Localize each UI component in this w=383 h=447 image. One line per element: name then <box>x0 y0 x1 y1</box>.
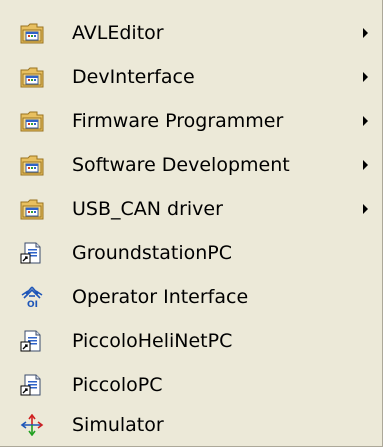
menu-item-label: Simulator <box>72 414 164 436</box>
menu-item-firmware-programmer[interactable]: Firmware Programmer <box>0 99 382 143</box>
menu-item-software-development[interactable]: Software Development <box>0 143 382 187</box>
menu-item-label: AVLEditor <box>72 22 164 44</box>
submenu-arrow-icon <box>363 72 368 82</box>
menu-item-label: PiccoloHeliNetPC <box>72 330 233 352</box>
menu-item-operator-interface[interactable]: OI Operator Interface <box>0 275 382 319</box>
submenu-arrow-icon <box>363 116 368 126</box>
menu-item-label: GroundstationPC <box>72 242 232 264</box>
menu-item-label: PiccoloPC <box>72 374 163 396</box>
menu-item-label: USB_CAN driver <box>72 198 223 220</box>
menu-item-simulator[interactable]: Simulator <box>0 403 382 447</box>
submenu-arrow-icon <box>363 204 368 214</box>
program-group-folder-icon <box>20 154 44 176</box>
menu-item-devinterface[interactable]: DevInterface <box>0 55 382 99</box>
submenu-arrow-icon <box>363 28 368 38</box>
shortcut-document-icon <box>20 242 44 264</box>
menu-item-piccolopc[interactable]: PiccoloPC <box>0 363 382 407</box>
menu-item-label: Software Development <box>72 154 290 176</box>
program-group-folder-icon <box>20 110 44 132</box>
program-group-folder-icon <box>20 66 44 88</box>
start-menu-programs-submenu: AVLEditor DevInterface Firmware Programm… <box>0 0 383 447</box>
program-group-folder-icon <box>20 198 44 220</box>
submenu-arrow-icon <box>363 160 368 170</box>
shortcut-document-icon <box>20 330 44 352</box>
simulator-app-icon <box>20 414 44 436</box>
operator-interface-app-icon: OI <box>20 286 44 308</box>
menu-item-groundstationpc[interactable]: GroundstationPC <box>0 231 382 275</box>
program-group-folder-icon <box>20 22 44 44</box>
menu-item-avleditor[interactable]: AVLEditor <box>0 11 382 55</box>
svg-text:OI: OI <box>27 300 38 308</box>
shortcut-document-icon <box>20 374 44 396</box>
menu-item-label: Operator Interface <box>72 286 249 308</box>
menu-item-label: DevInterface <box>72 66 195 88</box>
menu-item-label: Firmware Programmer <box>72 110 284 132</box>
menu-item-usb-can-driver[interactable]: USB_CAN driver <box>0 187 382 231</box>
menu-item-piccoloheli-netpc[interactable]: PiccoloHeliNetPC <box>0 319 382 363</box>
